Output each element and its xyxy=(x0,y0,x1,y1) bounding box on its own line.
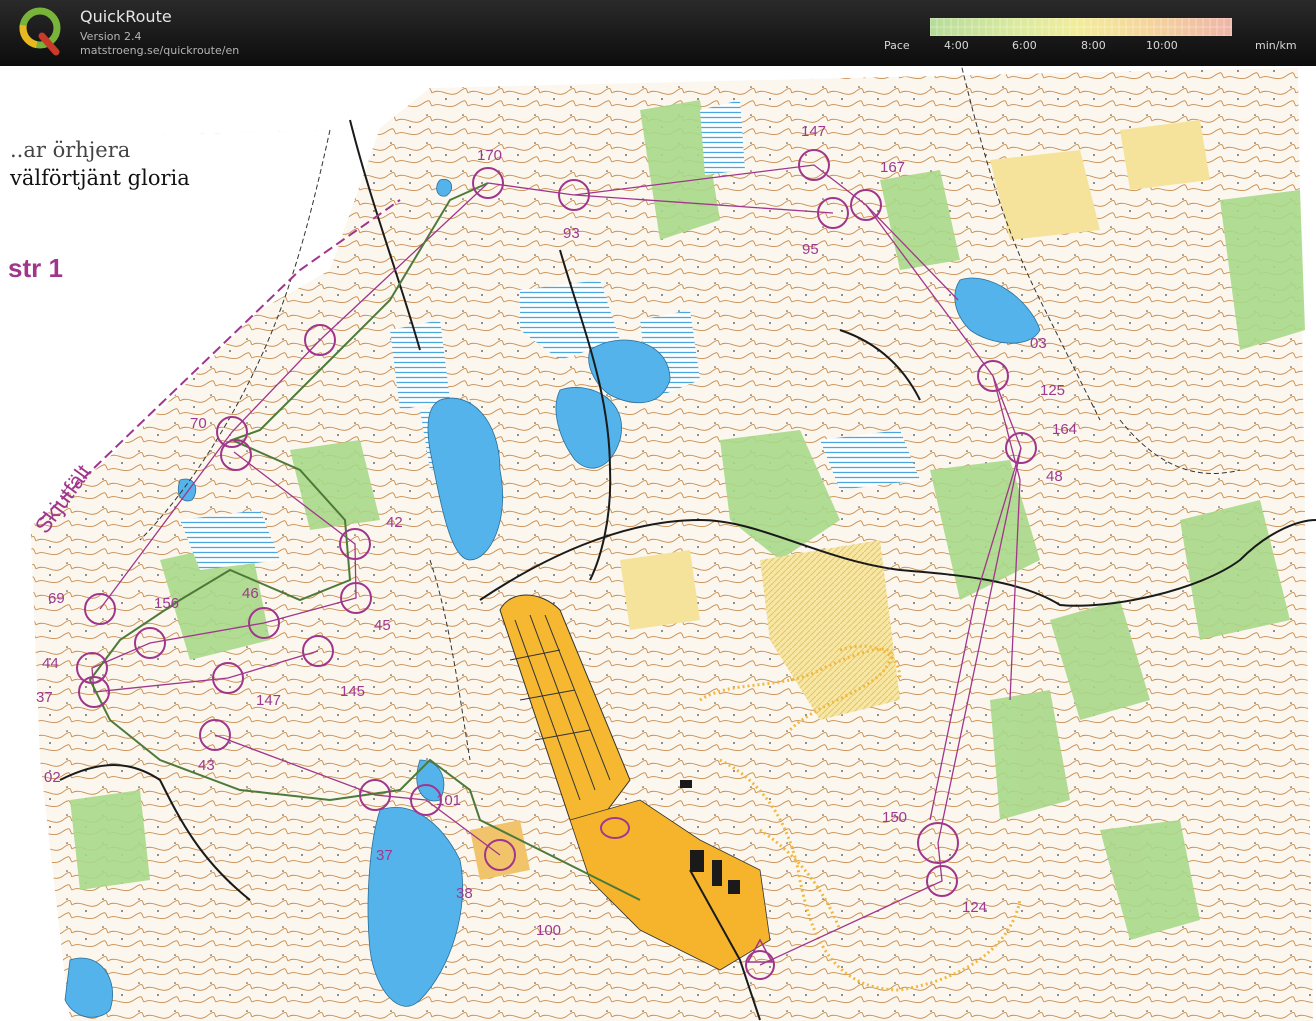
control-label: 170 xyxy=(477,147,502,164)
control-label: 46 xyxy=(242,585,259,602)
app-title: QuickRoute xyxy=(80,7,172,26)
control-label: 38 xyxy=(456,885,473,902)
pace-tick-8: 8:00 xyxy=(1081,39,1106,52)
pace-tick-6: 6:00 xyxy=(1012,39,1037,52)
pace-tick-10: 10:00 xyxy=(1146,39,1178,52)
control-label: 156 xyxy=(154,595,179,612)
control-label: 150 xyxy=(882,809,907,826)
control-label: 03 xyxy=(1030,335,1047,352)
pace-tick-4: 4:00 xyxy=(944,39,969,52)
orienteering-map[interactable]: 170 93 147 167 95 03 125 164 48 70 42 69… xyxy=(8,66,1316,1021)
pace-color-scale xyxy=(930,18,1232,36)
control-label: 147 xyxy=(801,123,826,140)
control-label: 48 xyxy=(1046,468,1063,485)
control-label: 93 xyxy=(563,225,580,242)
control-label: 145 xyxy=(340,683,365,700)
app-url[interactable]: matstroeng.se/quickroute/en xyxy=(80,44,239,57)
control-label: 124 xyxy=(962,899,987,916)
control-label: 100 xyxy=(536,922,561,939)
control-label: 95 xyxy=(802,241,819,258)
control-label: 44 xyxy=(42,655,59,672)
control-label: 164 xyxy=(1052,421,1077,438)
map-heading: välförtjänt gloria xyxy=(10,166,190,190)
control-label: 37 xyxy=(376,847,393,864)
partial-heading: ..ar örhjera xyxy=(10,138,131,162)
pace-unit: min/km xyxy=(1255,39,1297,52)
control-label: 167 xyxy=(880,159,905,176)
quickroute-logo-icon xyxy=(19,7,61,56)
control-label: 147 xyxy=(256,692,281,709)
pace-label: Pace xyxy=(884,39,910,52)
control-label: 42 xyxy=(386,514,403,531)
control-label: 69 xyxy=(48,590,65,607)
control-label: 101 xyxy=(436,792,461,809)
control-label: 02 xyxy=(44,769,61,786)
control-label: 45 xyxy=(374,617,391,634)
map-canvas[interactable]: 170 93 147 167 95 03 125 164 48 70 42 69… xyxy=(8,66,1316,1021)
course-label: str 1 xyxy=(8,253,63,283)
control-label: 43 xyxy=(198,757,215,774)
control-label: 70 xyxy=(190,415,207,432)
app-version: Version 2.4 xyxy=(80,30,142,43)
control-label: 125 xyxy=(1040,382,1065,399)
app-header-bar: QuickRoute Version 2.4 matstroeng.se/qui… xyxy=(0,0,1316,66)
control-label: 37 xyxy=(36,689,53,706)
